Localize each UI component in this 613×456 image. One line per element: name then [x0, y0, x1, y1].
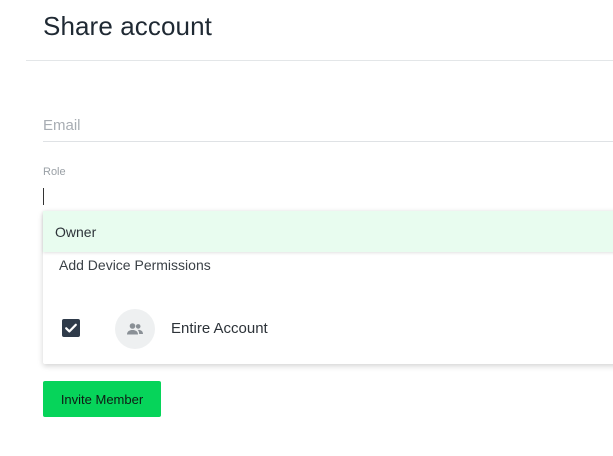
- share-account-dialog: Share account Role Owner Add Device Perm…: [0, 0, 613, 456]
- permissions-heading: Add Device Permissions: [59, 257, 211, 273]
- entire-account-checkbox[interactable]: [62, 319, 80, 337]
- group-avatar: [115, 309, 155, 349]
- group-icon: [127, 323, 143, 335]
- role-dropdown: Owner Add Device Permissions Entire Acco…: [43, 211, 613, 364]
- email-field[interactable]: [43, 110, 613, 142]
- role-input[interactable]: [43, 186, 613, 208]
- page-title: Share account: [43, 11, 212, 41]
- role-option-owner[interactable]: Owner: [43, 211, 613, 252]
- role-option-label: Owner: [55, 224, 97, 240]
- text-caret: [43, 188, 44, 205]
- entire-account-label: Entire Account: [171, 320, 268, 337]
- role-label: Role: [43, 166, 66, 178]
- header-divider: [26, 60, 613, 61]
- checkmark-icon: [65, 323, 77, 333]
- invite-member-button[interactable]: Invite Member: [43, 381, 161, 417]
